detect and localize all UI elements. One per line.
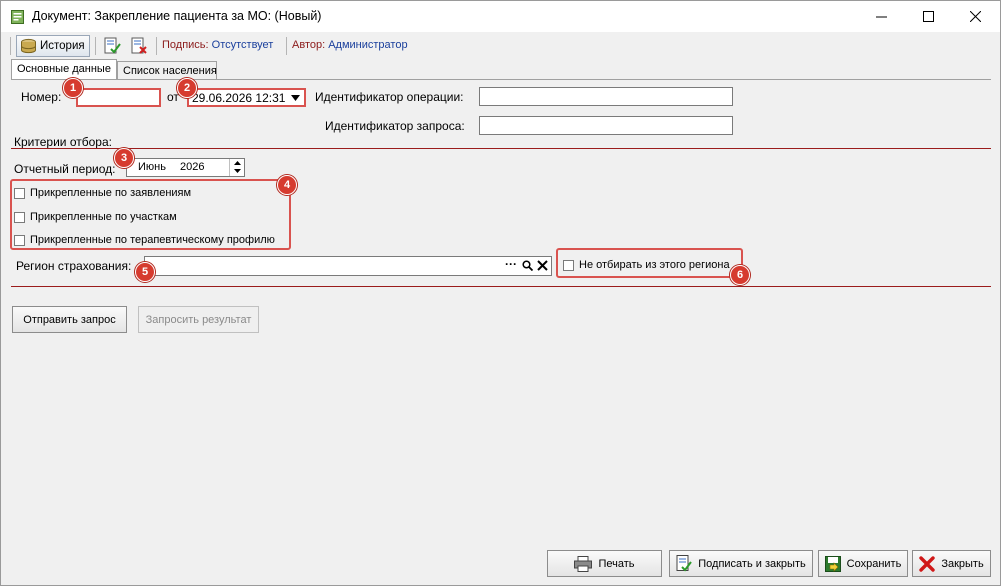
callout-badge-6: 6	[730, 265, 750, 285]
criteria-heading: Критерии отбора:	[14, 135, 112, 149]
sign-and-close-label: Подписать и закрыть	[698, 557, 806, 570]
spin-up-icon[interactable]	[234, 161, 241, 165]
minimize-button[interactable]	[858, 1, 904, 32]
search-icon[interactable]	[522, 260, 533, 271]
toolbar-grip	[10, 37, 11, 55]
period-month: Июнь	[138, 161, 166, 173]
clear-icon[interactable]	[537, 260, 548, 271]
window-title: Документ: Закрепление пациента за МО: (Н…	[32, 9, 322, 23]
period-spin-buttons[interactable]	[229, 159, 244, 176]
period-spinner[interactable]: Июнь 2026	[126, 158, 245, 177]
date-picker[interactable]: 29.06.2026 12:31	[187, 88, 306, 107]
close-button[interactable]: Закрыть	[912, 550, 991, 577]
author-value: Администратор	[328, 39, 408, 51]
request-id-label: Идентификатор запроса:	[325, 119, 465, 133]
request-result-button[interactable]: Запросить результат	[138, 306, 259, 333]
number-input[interactable]	[76, 88, 161, 107]
spin-down-icon[interactable]	[234, 169, 241, 173]
minimize-icon	[875, 16, 887, 18]
toolbar-separator	[156, 37, 157, 55]
database-icon	[21, 38, 36, 53]
save-button[interactable]: Сохранить	[818, 550, 908, 577]
save-icon	[824, 555, 841, 572]
title-bar: Документ: Закрепление пациента за МО: (Н…	[1, 1, 1000, 32]
print-button[interactable]: Печать	[547, 550, 662, 577]
printer-icon	[574, 555, 593, 572]
history-button-label: История	[40, 40, 85, 52]
operation-id-label: Идентификатор операции:	[315, 90, 464, 104]
sign-document-icon[interactable]	[102, 36, 122, 56]
callout-badge-2: 2	[177, 78, 197, 98]
toolbar-separator	[95, 37, 96, 55]
callout-highlight-exclude-region	[556, 248, 743, 278]
print-button-label: Печать	[598, 557, 635, 570]
callout-badge-3: 3	[114, 148, 134, 168]
request-id-input[interactable]	[479, 116, 733, 135]
maximize-icon	[922, 11, 934, 22]
author-label: Автор:	[292, 39, 329, 51]
signature-label: Подпись:	[162, 39, 212, 51]
callout-badge-5: 5	[135, 262, 155, 282]
region-label: Регион страхования:	[16, 259, 132, 273]
region-select-button[interactable]: ···	[505, 257, 517, 271]
chevron-down-icon	[291, 95, 300, 101]
region-divider	[11, 286, 991, 287]
save-button-label: Сохранить	[846, 557, 902, 570]
close-button-label: Закрыть	[941, 557, 984, 570]
history-button[interactable]: История	[16, 35, 90, 57]
callout-highlight-checkboxes	[10, 179, 291, 250]
author-status: Автор: Администратор	[292, 39, 408, 51]
maximize-button[interactable]	[905, 1, 951, 32]
signature-status: Подпись: Отсутствует	[162, 39, 273, 51]
period-label: Отчетный период:	[14, 162, 116, 176]
remove-signature-icon[interactable]	[129, 36, 149, 56]
send-request-button[interactable]: Отправить запрос	[12, 306, 127, 333]
date-dropdown-button[interactable]	[288, 91, 303, 105]
toolbar-separator	[286, 37, 287, 55]
main-panel: Номер: от 29.06.2026 12:31 Идентификатор…	[11, 79, 991, 547]
signature-value: Отсутствует	[211, 39, 274, 51]
tab-population-list[interactable]: Список населения	[117, 61, 217, 80]
sign-document-icon	[676, 555, 693, 572]
number-label: Номер:	[21, 90, 62, 104]
footer-bar: Печать Подписать и закрыть Сохранить Зак…	[1, 547, 1000, 585]
close-icon	[969, 11, 981, 22]
operation-id-input[interactable]	[479, 87, 733, 106]
tab-main-data[interactable]: Основные данные	[11, 59, 117, 80]
region-lookup-input[interactable]: ···	[144, 256, 552, 276]
date-value: 29.06.2026 12:31	[192, 91, 286, 105]
document-window: Документ: Закрепление пациента за МО: (Н…	[0, 0, 1001, 586]
document-app-icon	[11, 10, 24, 24]
close-window-button[interactable]	[952, 1, 998, 32]
period-year: 2026	[180, 161, 205, 173]
close-icon	[919, 555, 936, 572]
callout-badge-1: 1	[63, 78, 83, 98]
criteria-divider	[11, 148, 991, 149]
sign-and-close-button[interactable]: Подписать и закрыть	[669, 550, 813, 577]
toolbar: История Подпись: Отсутствует Автор: Адми…	[1, 32, 1000, 59]
callout-badge-4: 4	[277, 175, 297, 195]
